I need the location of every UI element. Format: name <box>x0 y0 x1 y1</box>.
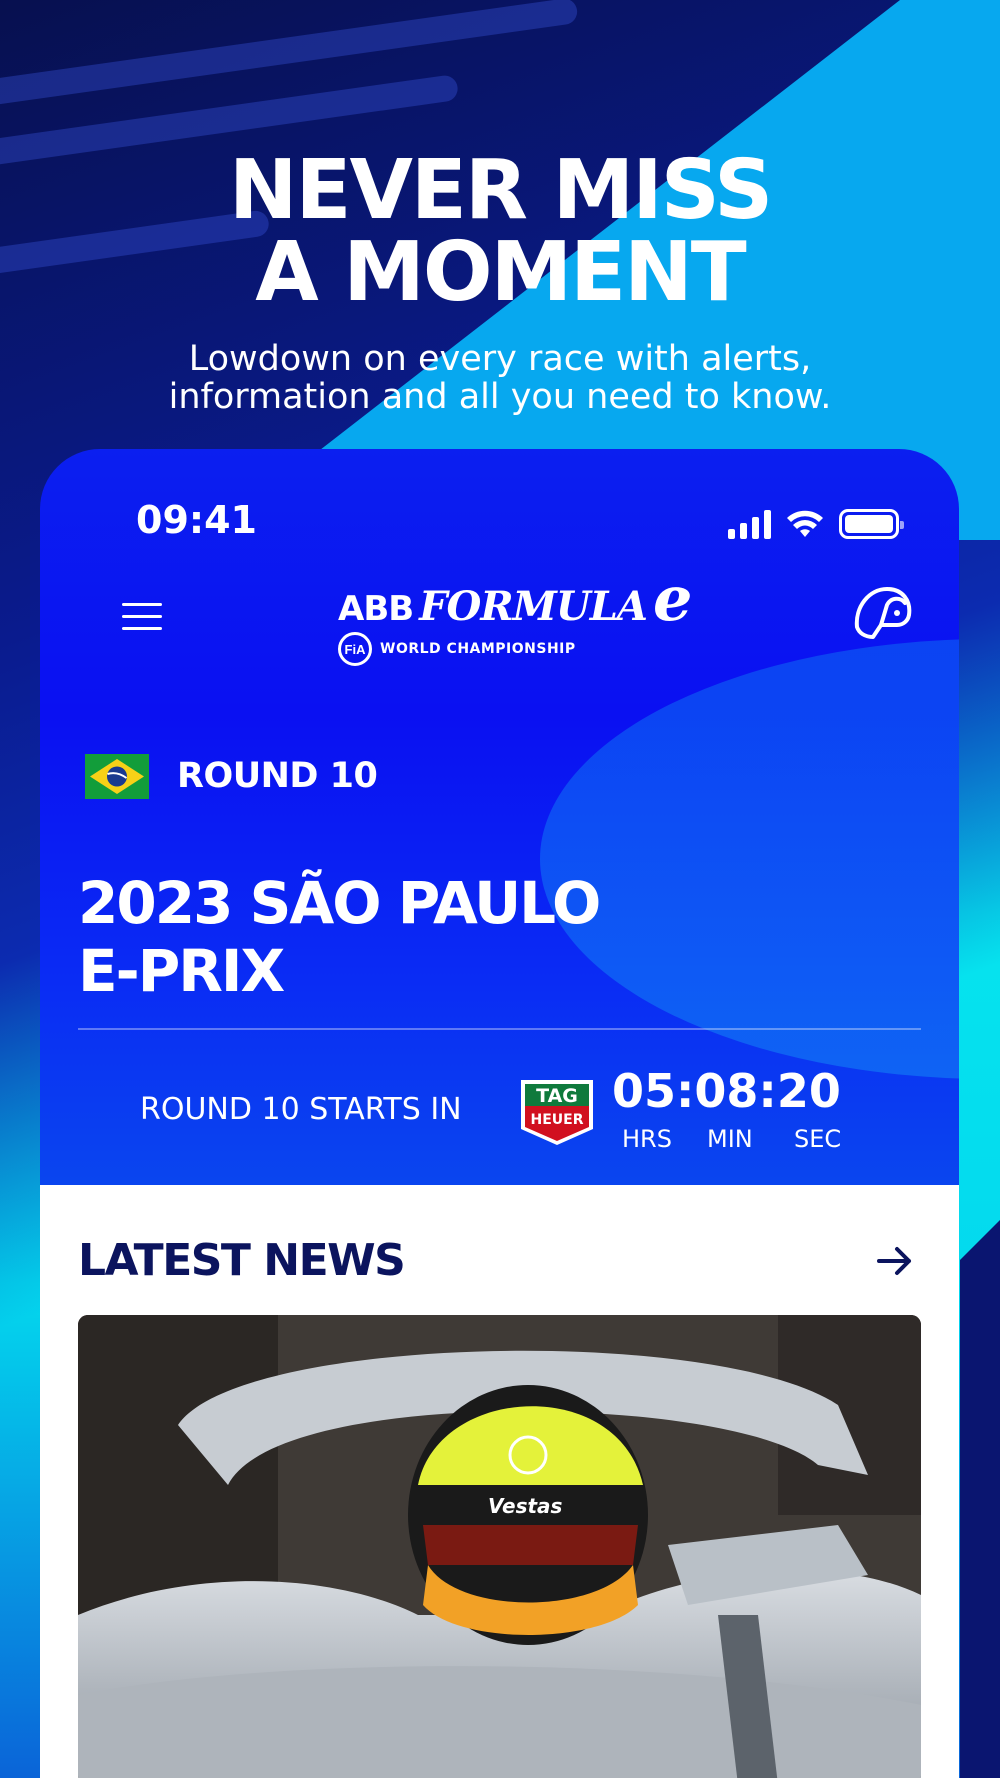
headline-line-1: NEVER MISS <box>228 143 773 238</box>
countdown-label: ROUND 10 STARTS IN <box>140 1092 462 1127</box>
racing-driver-photo: Vestas <box>78 1315 921 1778</box>
heuer-text: HEUER <box>531 1112 584 1128</box>
latest-news-section: LATEST NEWS Vestas <box>40 1185 959 1778</box>
promo-headline: NEVER MISS A MOMENT <box>0 150 1000 314</box>
logo-e: e <box>652 562 693 635</box>
signal-icon <box>728 509 771 539</box>
hero-curve-decoration <box>540 639 959 1079</box>
logo-formula: FORMULA <box>419 583 648 630</box>
unit-min: MIN <box>707 1125 753 1153</box>
logo-subtitle: WORLD CHAMPIONSHIP <box>380 641 576 657</box>
headline-line-2: A MOMENT <box>255 225 747 320</box>
tag-heuer-logo: TAG HEUER <box>521 1080 593 1145</box>
subline-line-2: information and all you need to know. <box>168 377 832 417</box>
subline-line-1: Lowdown on every race with alerts, <box>188 339 812 379</box>
hamburger-menu-icon[interactable] <box>122 603 162 633</box>
divider <box>78 1028 921 1030</box>
wifi-icon <box>787 510 823 537</box>
countdown-time: 05:08:20 <box>612 1064 841 1118</box>
helmet-sponsor-text: Vestas <box>488 1494 563 1518</box>
round-label: ROUND 10 <box>177 756 378 796</box>
tag-text: TAG <box>536 1085 578 1107</box>
promo-subline: Lowdown on every race with alerts, infor… <box>0 340 1000 416</box>
race-title-line-1: 2023 SÃO PAULO <box>78 869 601 937</box>
race-title-line-2: E-PRIX <box>78 937 285 1005</box>
status-icons <box>728 505 904 539</box>
brazil-flag <box>85 754 149 799</box>
latest-news-title: LATEST NEWS <box>78 1235 406 1286</box>
fia-badge: FiA <box>338 632 372 666</box>
unit-sec: SEC <box>794 1125 842 1153</box>
formula-e-logo: ABB FORMULA e FiA WORLD CHAMPIONSHIP <box>338 568 692 666</box>
news-image[interactable]: Vestas <box>78 1315 921 1778</box>
status-time: 09:41 <box>136 498 257 542</box>
phone-screen: 09:41 ABB FORMULA e FiA WORLD CHAMPIONSH… <box>40 449 959 1778</box>
logo-abb: ABB <box>338 589 414 629</box>
battery-icon <box>839 509 904 539</box>
helmet-icon[interactable] <box>851 581 915 645</box>
arrow-right-icon[interactable] <box>875 1241 915 1281</box>
race-title: 2023 SÃO PAULO E-PRIX <box>78 869 778 1005</box>
unit-hrs: HRS <box>622 1125 672 1153</box>
